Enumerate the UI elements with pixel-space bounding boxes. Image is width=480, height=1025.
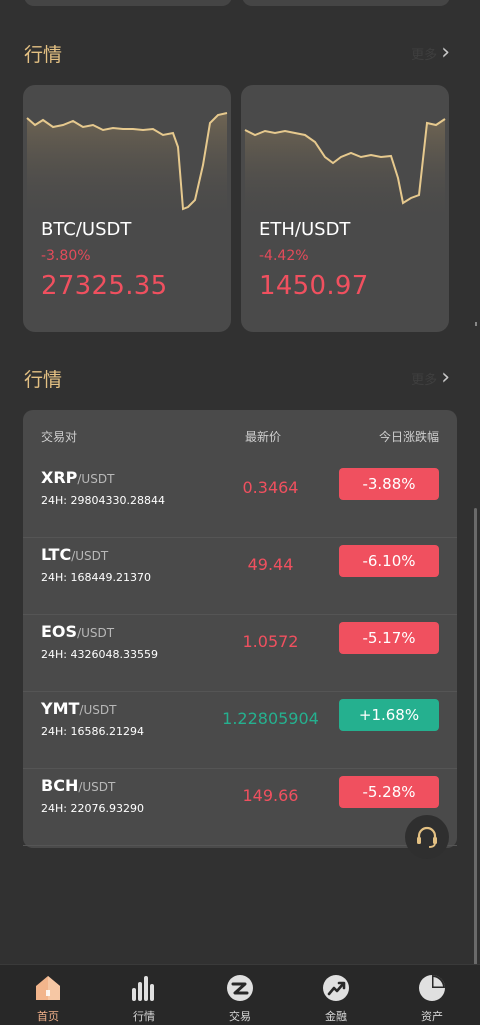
- change-badge: -6.10%: [339, 545, 439, 577]
- section-title: 行情: [24, 368, 63, 391]
- last-price: 149.66: [242, 786, 299, 805]
- card-change: -4.42%: [259, 248, 309, 264]
- market-card-btc[interactable]: BTC/USDT -3.80% 27325.35: [23, 85, 231, 332]
- pair-symbol: XRP/USDT: [41, 468, 115, 487]
- change-badge: -5.28%: [339, 776, 439, 808]
- change-badge: -5.17%: [339, 622, 439, 654]
- headset-icon: [417, 826, 437, 848]
- last-price: 1.22805904: [222, 709, 319, 728]
- pair-symbol: YMT/USDT: [41, 699, 117, 718]
- volume-24h: 24H: 22076.93290: [41, 802, 144, 815]
- prev-card-stub: [24, 0, 232, 6]
- scrollbar[interactable]: [474, 508, 477, 988]
- chevron-right-icon: ›: [441, 40, 450, 65]
- header-change: 今日涨跌幅: [378, 430, 439, 444]
- table-row[interactable]: LTC/USDT 24H: 168449.21370 49.44 -6.10%: [23, 537, 457, 615]
- market-list-header: 行情 更多 ›: [24, 363, 450, 393]
- tab-home[interactable]: 首页: [0, 965, 96, 1025]
- pair-symbol: LTC/USDT: [41, 545, 109, 564]
- card-price: 1450.97: [259, 271, 369, 301]
- tab-label: 金融: [325, 1010, 347, 1023]
- last-price: 1.0572: [242, 632, 299, 651]
- volume-24h: 24H: 16586.21294: [41, 725, 144, 738]
- last-price: 0.3464: [242, 478, 299, 497]
- more-label: 更多: [411, 47, 438, 63]
- change-badge: +1.68%: [339, 699, 439, 731]
- card-pair: BTC/USDT: [41, 219, 132, 240]
- customer-support-button[interactable]: [405, 815, 449, 859]
- more-label: 更多: [411, 372, 438, 388]
- tab-label: 首页: [37, 1010, 59, 1023]
- table-row[interactable]: EOS/USDT 24H: 4326048.33559 1.0572 -5.17…: [23, 614, 457, 692]
- section-title: 行情: [24, 43, 63, 66]
- more-link[interactable]: 更多 ›: [411, 367, 450, 389]
- tab-assets[interactable]: 资产: [384, 965, 480, 1025]
- pair-symbol: BCH/USDT: [41, 776, 116, 795]
- pair-symbol: EOS/USDT: [41, 622, 115, 641]
- trade-icon: [224, 972, 256, 1004]
- tab-market[interactable]: 行情: [96, 965, 192, 1025]
- sparkline-chart: [26, 112, 228, 225]
- table-row[interactable]: BCH/USDT 24H: 22076.93290 149.66 -5.28%: [23, 768, 457, 846]
- market-table: 交易对 最新价 今日涨跌幅 XRP/USDT 24H: 29804330.288…: [23, 410, 457, 848]
- featured-market-header: 行情 更多 ›: [24, 38, 450, 68]
- market-bars-icon: [128, 972, 160, 1004]
- market-card-eth[interactable]: ETH/USDT -4.42% 1450.97: [241, 85, 449, 332]
- change-badge: -3.88%: [339, 468, 439, 500]
- prev-card-stub: [242, 0, 450, 6]
- page-indicator: [475, 322, 477, 326]
- table-row[interactable]: XRP/USDT 24H: 29804330.28844 0.3464 -3.8…: [23, 460, 457, 538]
- finance-trend-icon: [320, 972, 352, 1004]
- home-icon: [32, 972, 64, 1004]
- tab-label: 交易: [229, 1010, 251, 1023]
- volume-24h: 24H: 4326048.33559: [41, 648, 158, 661]
- sparkline-chart: [244, 118, 446, 225]
- volume-24h: 24H: 29804330.28844: [41, 494, 165, 507]
- header-pair: 交易对: [41, 430, 78, 444]
- tab-trade[interactable]: 交易: [192, 965, 288, 1025]
- last-price: 49.44: [247, 555, 294, 574]
- table-header: 交易对 最新价 今日涨跌幅: [23, 428, 457, 448]
- tab-label: 资产: [421, 1010, 443, 1023]
- card-change: -3.80%: [41, 248, 91, 264]
- tab-label: 行情: [133, 1010, 155, 1023]
- card-price: 27325.35: [41, 271, 168, 301]
- table-row[interactable]: YMT/USDT 24H: 16586.21294 1.22805904 +1.…: [23, 691, 457, 769]
- header-price: 最新价: [245, 430, 282, 444]
- volume-24h: 24H: 168449.21370: [41, 571, 151, 584]
- chevron-right-icon: ›: [441, 365, 450, 390]
- more-link[interactable]: 更多 ›: [411, 42, 450, 64]
- assets-pie-icon: [416, 972, 448, 1004]
- card-pair: ETH/USDT: [259, 219, 351, 240]
- tab-finance[interactable]: 金融: [288, 965, 384, 1025]
- bottom-tab-bar: 首页 行情 交易 金融 资产: [0, 964, 480, 1025]
